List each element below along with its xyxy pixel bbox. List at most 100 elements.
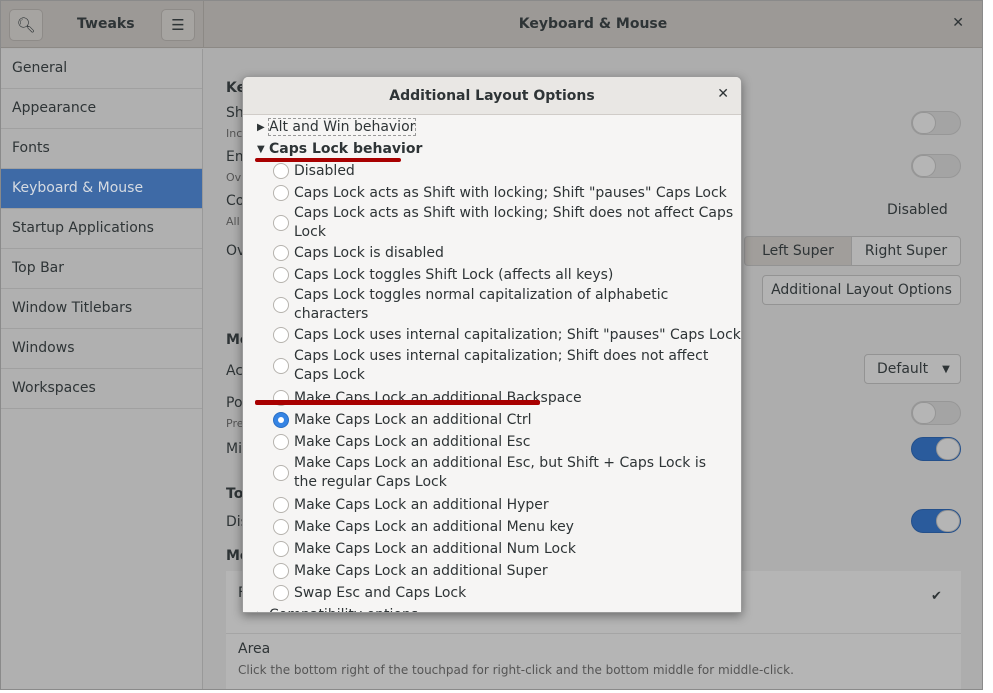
radio-button[interactable] (273, 245, 289, 261)
setting-label: Ac (226, 363, 244, 379)
radio-option[interactable]: Caps Lock uses internal capitalization; … (257, 324, 741, 346)
expander-label: Compatibility options (269, 607, 418, 612)
option-label: Make Caps Lock an additional Hyper (294, 496, 549, 513)
sidebar-item[interactable]: Window Titlebars (1, 289, 202, 329)
sidebar-item[interactable]: Keyboard & Mouse (1, 169, 202, 209)
sidebar-item[interactable]: Windows (1, 329, 202, 369)
radio-button[interactable] (273, 297, 289, 313)
radio-button[interactable] (273, 563, 289, 579)
options-tree: ▶ Alt and Win behavior ▼ Caps Lock behavior… (243, 116, 741, 612)
sidebar-item[interactable]: Appearance (1, 89, 202, 129)
triangle-right-icon: ▶ (257, 121, 265, 133)
sidebar-item[interactable]: Top Bar (1, 249, 202, 289)
hamburger-menu-icon: ☰ (171, 16, 185, 34)
toggle-switch[interactable] (911, 437, 961, 461)
acceleration-dropdown[interactable]: Default ▼ (864, 354, 961, 384)
app-title: Tweaks (77, 16, 135, 32)
window-close-button[interactable]: ✕ (952, 15, 964, 31)
radio-option[interactable]: Caps Lock toggles normal capitalization … (257, 286, 741, 324)
radio-button[interactable] (273, 412, 289, 428)
option-label: Make Caps Lock an additional Super (294, 562, 548, 579)
expander-section[interactable]: ▶Compatibility options (257, 604, 741, 612)
option-label: Caps Lock toggles normal capitalization … (294, 287, 669, 322)
radio-option[interactable]: Disabled (257, 160, 741, 182)
toggle-switch[interactable] (911, 401, 961, 425)
radio-button[interactable] (273, 163, 289, 179)
radio-button[interactable] (273, 497, 289, 513)
radio-option[interactable]: Caps Lock toggles Shift Lock (affects al… (257, 264, 741, 286)
option-label: Caps Lock acts as Shift with locking; Sh… (294, 205, 734, 240)
radio-option[interactable]: Make Caps Lock an additional Super (257, 560, 741, 582)
checkmark-icon: ✔ (931, 589, 942, 604)
dialog-close-button[interactable]: ✕ (717, 86, 729, 102)
radio-option[interactable]: Make Caps Lock an additional Ctrl (257, 409, 741, 431)
radio-button[interactable] (273, 519, 289, 535)
radio-option[interactable]: Make Caps Lock an additional Esc (257, 431, 741, 453)
dialog-title: Additional Layout Options (389, 88, 595, 104)
option-label: Swap Esc and Caps Lock (294, 584, 467, 601)
option-label: Caps Lock toggles Shift Lock (affects al… (294, 266, 614, 283)
right-super-button[interactable]: Right Super (851, 236, 961, 266)
radio-button[interactable] (273, 327, 289, 343)
setting-desc: Inc (226, 127, 243, 140)
sidebar-item[interactable]: General (1, 49, 202, 89)
expander-section[interactable]: ▼ Caps Lock behavior (257, 138, 741, 160)
radio-button[interactable] (273, 215, 289, 231)
radio-button[interactable] (273, 585, 289, 601)
search-button[interactable]: 🔍︎ (9, 9, 43, 41)
sidebar-item[interactable]: Workspaces (1, 369, 202, 409)
option-label: Make Caps Lock an additional Esc, but Sh… (294, 455, 707, 490)
radio-button[interactable] (273, 541, 289, 557)
setting-label: Po (226, 395, 243, 411)
annotation-underline (255, 400, 540, 405)
radio-option[interactable]: Caps Lock acts as Shift with locking; Sh… (257, 204, 741, 242)
option-label: Make Caps Lock an additional Num Lock (294, 540, 576, 557)
close-icon: ✕ (717, 86, 729, 102)
radio-option[interactable]: Caps Lock is disabled (257, 242, 741, 264)
radio-option[interactable]: Make Caps Lock an additional Esc, but Sh… (257, 453, 741, 494)
radio-button[interactable] (273, 434, 289, 450)
additional-layout-options-button[interactable]: Additional Layout Options (762, 275, 961, 305)
option-label: Caps Lock uses internal capitalization; … (294, 326, 741, 343)
option-label: Caps Lock is disabled (294, 244, 444, 261)
setting-desc: All (226, 215, 240, 228)
expander-section[interactable]: ▶ Alt and Win behavior (257, 116, 741, 138)
sidebar: General Appearance Fonts Keyboard & Mouse St… (1, 49, 203, 689)
setting-desc: Ov (226, 171, 242, 184)
option-label: Caps Lock uses internal capitalization; … (294, 348, 709, 383)
option-label: Make Caps Lock an additional Esc (294, 433, 531, 450)
compose-key-value[interactable]: Disabled (887, 202, 948, 218)
close-icon: ✕ (952, 15, 964, 31)
radio-option[interactable]: Make Caps Lock an additional Num Lock (257, 538, 741, 560)
header-bar: 🔍︎ Tweaks ☰ Keyboard & Mouse ✕ (1, 1, 982, 48)
option-label: Make Caps Lock an additional Menu key (294, 518, 574, 535)
radio-button[interactable] (273, 185, 289, 201)
radio-option[interactable]: Make Caps Lock an additional Hyper (257, 494, 741, 516)
section-heading: To (226, 486, 244, 502)
option-label: Disabled (294, 162, 355, 179)
menu-button[interactable]: ☰ (161, 9, 195, 41)
radio-option[interactable]: Make Caps Lock an additional Backspace (257, 387, 741, 409)
radio-button[interactable] (273, 358, 289, 374)
radio-button[interactable] (273, 267, 289, 283)
toggle-switch[interactable] (911, 154, 961, 178)
triangle-right-icon: ▶ (257, 610, 269, 613)
toggle-switch[interactable] (911, 509, 961, 533)
triangle-down-icon: ▼ (257, 143, 265, 155)
left-super-button[interactable]: Left Super (744, 236, 852, 266)
radio-option[interactable]: Make Caps Lock an additional Menu key (257, 516, 741, 538)
radio-button[interactable] (273, 465, 289, 481)
list-item-title[interactable]: Area (238, 641, 270, 657)
setting-desc: Pre (226, 417, 244, 430)
additional-layout-options-dialog: Additional Layout Options ✕ ▶ Alt and Win… (242, 76, 742, 613)
sidebar-item[interactable]: Startup Applications (1, 209, 202, 249)
annotation-underline (255, 158, 401, 162)
radio-option[interactable]: Caps Lock acts as Shift with locking; Sh… (257, 182, 741, 204)
dropdown-value: Default (877, 361, 929, 377)
radio-option[interactable]: Caps Lock uses internal capitalization; … (257, 346, 741, 387)
radio-option[interactable]: Swap Esc and Caps Lock (257, 582, 741, 604)
sidebar-item[interactable]: Fonts (1, 129, 202, 169)
setting-label: Mi (226, 441, 242, 457)
toggle-switch[interactable] (911, 111, 961, 135)
expander-label: Alt and Win behavior (267, 118, 417, 136)
